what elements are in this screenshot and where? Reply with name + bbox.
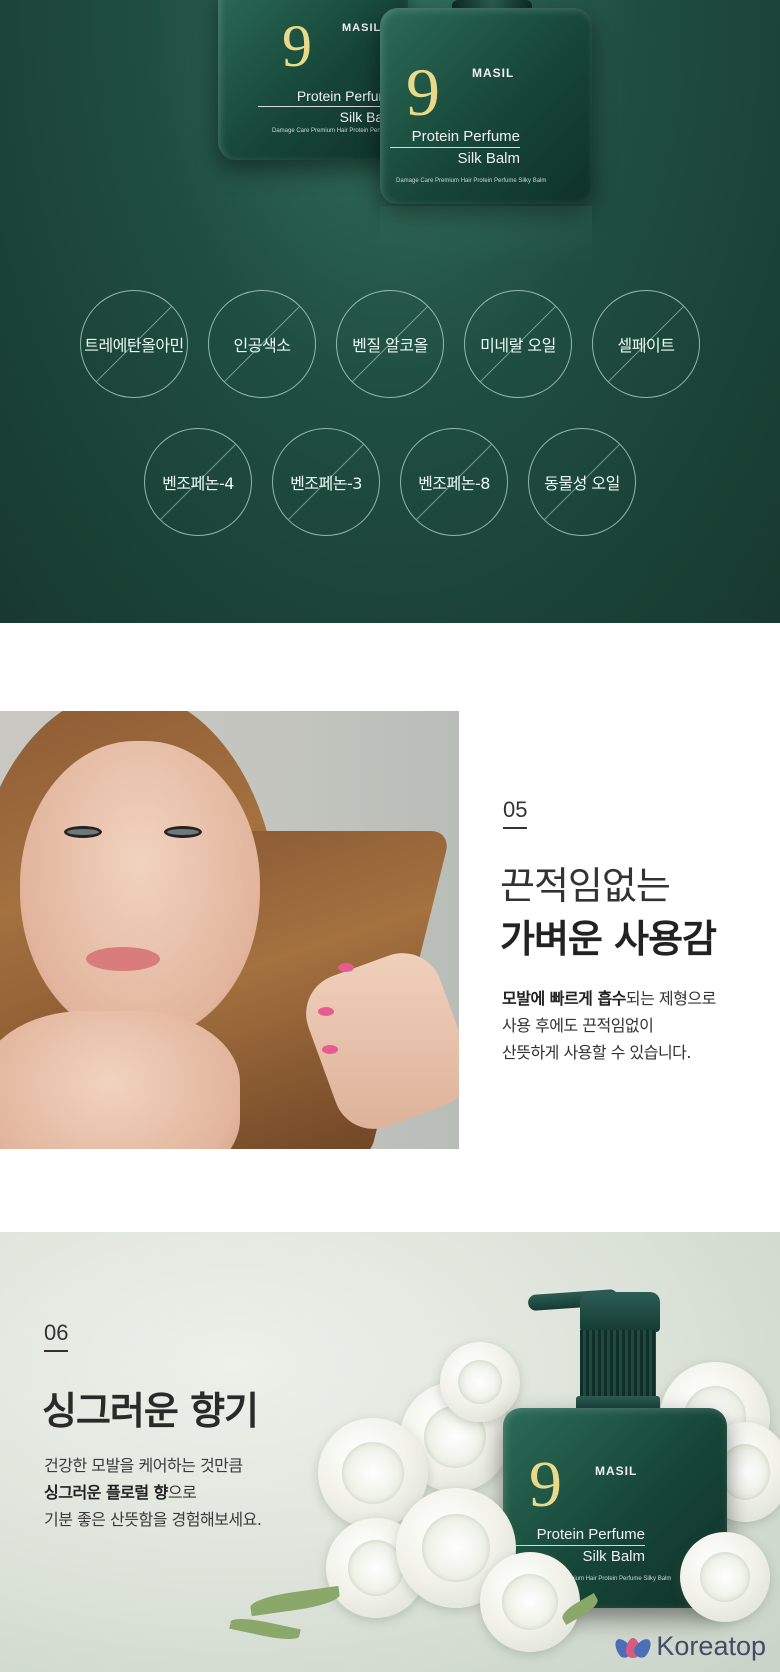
model-nail (338, 963, 354, 972)
description-line: 산뜻하게 사용할 수 있습니다. (502, 1043, 691, 1062)
white-flower (680, 1532, 770, 1622)
description-line: 기분 좋은 산뜻함을 경험해보세요. (44, 1510, 262, 1529)
model-lips (86, 947, 160, 971)
model-eye-right (164, 826, 202, 838)
bottle-number: 9 (282, 13, 312, 79)
free-from-badge: 미네랄 오일 (464, 290, 572, 398)
fragrance-section: 06 싱그러운 향기 건강한 모발을 케어하는 것만큼 싱그러운 플로럴 향으로… (0, 1232, 780, 1672)
free-from-badge: 트레에탄올아민 (80, 290, 188, 398)
green-leaf (229, 1614, 301, 1644)
free-from-badge: 인공색소 (208, 290, 316, 398)
bottle-brand: MASIL (595, 1464, 638, 1478)
feature-number: 06 (44, 1320, 69, 1352)
description-line: 싱그러운 플로럴 향으로 (44, 1483, 197, 1502)
bottle-subtitle: Damage Care Premium Hair Protein Perfume… (396, 178, 547, 184)
bottle-number: 9 (529, 1448, 562, 1521)
pump-cap (580, 1292, 660, 1332)
feature-description: 모발에 빠르게 흡수되는 제형으로 사용 후에도 끈적임없이 산뜻하게 사용할 … (502, 985, 716, 1066)
white-flower (440, 1342, 520, 1422)
model-neck (0, 1011, 240, 1149)
bottle-product-name: Protein Perfume Silk Balm (390, 128, 520, 168)
free-from-badge: 벤조페논-4 (144, 428, 252, 536)
free-from-badge: 벤조페논-8 (400, 428, 508, 536)
feature-title-bold: 싱그러운 향기 (42, 1389, 259, 1433)
bottle-brand: MASIL (472, 66, 515, 80)
feature-title-light: 끈적임없는 (500, 864, 671, 908)
ingredients-free-section: 9 MASIL Protein Perfume Silk Balm Damage… (0, 0, 780, 623)
model-nail (318, 1007, 334, 1016)
feature-description: 건강한 모발을 케어하는 것만큼 싱그러운 플로럴 향으로 기분 좋은 산뜻함을… (44, 1452, 262, 1533)
free-from-badge: 동물성 오일 (528, 428, 636, 536)
koreatop-watermark: Koreatop (611, 1631, 766, 1662)
pump-stem (580, 1330, 656, 1400)
white-flower (480, 1552, 580, 1652)
watermark-text: Koreatop (656, 1631, 766, 1661)
free-from-badge: 벤조페논-3 (272, 428, 380, 536)
feature-number: 05 (503, 797, 528, 829)
lotus-logo-icon (611, 1635, 655, 1660)
model-eye-left (64, 826, 102, 838)
model-photo (0, 711, 459, 1149)
bottle-brand: MASIL (342, 22, 382, 34)
description-line: 모발에 빠르게 흡수되는 제형으로 (502, 989, 716, 1008)
free-from-badge: 셀페이트 (592, 290, 700, 398)
bottle-product-name: Protein Perfume Silk Balm (258, 88, 398, 125)
description-line: 사용 후에도 끈적임없이 (502, 1016, 654, 1035)
free-from-badge: 벤질 알코올 (336, 290, 444, 398)
bottle-reflection (380, 206, 592, 266)
model-face (20, 741, 260, 1041)
description-line: 건강한 모발을 케어하는 것만큼 (44, 1456, 243, 1475)
bottle-number: 9 (406, 54, 440, 130)
product-bottle-front: 9 MASIL Protein Perfume Silk Balm Damage… (380, 8, 592, 204)
green-leaf (249, 1585, 341, 1617)
feature-title-bold: 가벼운 사용감 (500, 917, 717, 961)
model-nail (322, 1045, 338, 1054)
